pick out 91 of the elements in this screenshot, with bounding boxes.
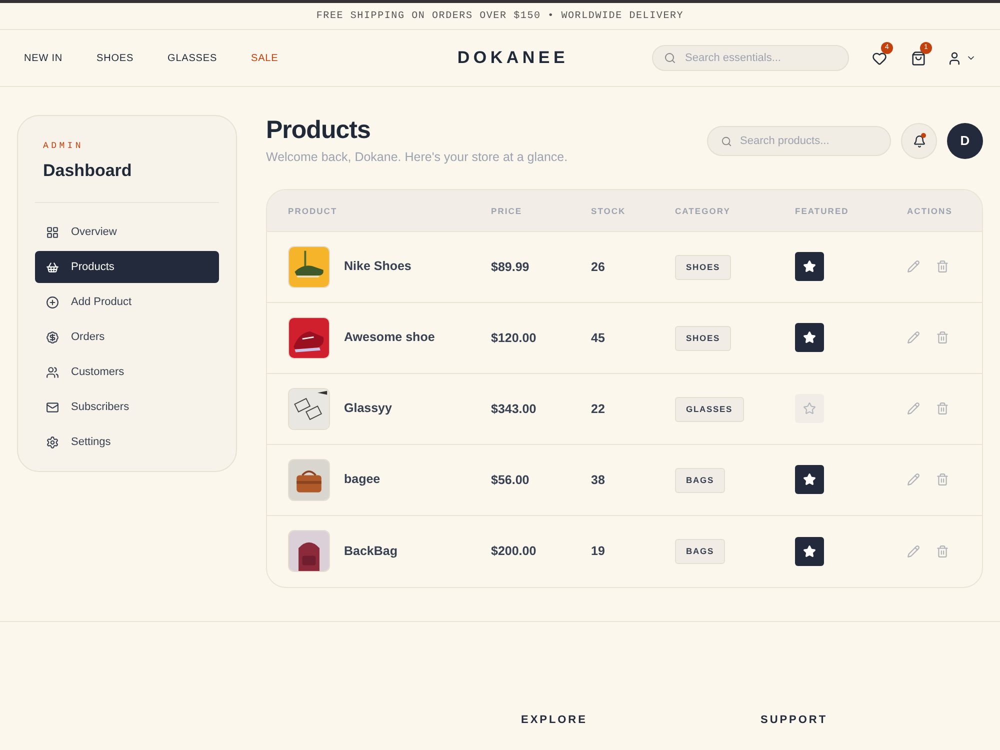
user-icon [947,50,962,66]
price-cell: $120.00 [491,330,536,345]
category-tag: SHOES [675,254,732,280]
grid-icon [46,226,59,238]
delete-button[interactable] [936,260,949,274]
pencil-icon [907,402,920,416]
stock-cell: 26 [591,260,605,274]
product-name: Nike Shoes [344,258,412,276]
category-tag: BAGS [675,539,725,564]
notification-button[interactable] [901,123,937,159]
edit-button[interactable] [907,544,920,558]
edit-button[interactable] [907,331,920,344]
plus-circle-icon [46,296,59,308]
edit-button[interactable] [907,402,920,416]
trash-icon [936,402,949,416]
promo-text: FREE SHIPPING ON ORDERS OVER $150 • WORLDWIDE DELIVERY [316,10,684,24]
sidebar-item[interactable]: Add Product [35,286,219,318]
edit-button[interactable] [907,260,920,274]
pencil-icon [907,331,920,344]
nav-link[interactable]: SALE [251,50,278,66]
price-cell: $343.00 [491,402,536,416]
trash-icon [936,544,949,558]
pencil-icon [907,260,920,274]
search-field[interactable]: Search products... [707,126,891,156]
product-name: Glassyy [344,400,392,418]
delete-button[interactable] [936,473,949,486]
product-name: Awesome shoe [344,329,435,346]
featured-toggle[interactable] [795,465,824,494]
sidebar-eyebrow: ADMIN [43,140,85,153]
stock-cell: 22 [591,402,605,416]
mail-icon [46,400,59,414]
trash-icon [936,473,949,486]
price-cell: $56.00 [491,472,530,487]
delete-button[interactable] [936,544,949,558]
stock-cell: 38 [591,472,605,487]
brand-logo[interactable]: DOKANEE [457,45,569,71]
avatar[interactable]: D [947,123,983,159]
column-header: FEATURED [795,206,849,216]
price-cell: $200.00 [491,544,536,558]
edit-button[interactable] [907,473,920,486]
settings-icon [46,436,59,448]
basket-icon [46,260,59,274]
account-button[interactable] [947,50,976,66]
star-icon [803,260,816,274]
column-header: STOCK [591,206,626,216]
footer-heading: EXPLORE [521,714,588,726]
sidebar-item[interactable]: Overview [35,216,219,248]
product-name: bagee [344,471,380,488]
sidebar-item[interactable]: Customers [35,356,219,388]
sidebar-title: Dashboard [43,160,133,182]
bell-icon [912,134,926,148]
trash-icon [936,331,949,344]
delete-button[interactable] [936,402,949,416]
users-icon [46,366,59,378]
star-icon [803,473,816,486]
search-field[interactable]: Search essentials... [652,45,849,71]
sidebar-item[interactable]: Products [35,251,219,283]
pencil-icon [907,544,920,558]
price-cell: $89.99 [491,260,530,274]
bag-icon [910,50,926,66]
page-subtitle: Welcome back, Dokane. Here's your store at a glance. [266,149,568,166]
sidebar-item[interactable]: Orders [35,321,219,353]
column-header: ACTIONS [907,206,952,216]
nav-link[interactable]: SHOES [96,50,134,66]
sidebar-item[interactable]: Settings [35,426,219,458]
page-title: Products [266,115,372,145]
star-icon [803,331,816,344]
star-icon [803,544,816,558]
star-icon [803,402,816,416]
category-tag: BAGS [675,468,725,493]
trash-icon [936,260,949,274]
footer-heading: SUPPORT [760,714,828,726]
column-header: PRODUCT [288,206,338,216]
category-tag: GLASSES [675,396,744,422]
stock-cell: 45 [591,330,605,345]
heart-icon [872,50,886,66]
featured-toggle[interactable] [795,394,824,424]
dollar-icon [46,330,59,344]
delete-button[interactable] [936,331,949,344]
featured-toggle[interactable] [795,536,824,566]
featured-toggle[interactable] [795,252,824,282]
featured-toggle[interactable] [795,323,824,352]
column-header: CATEGORY [675,206,730,216]
stock-cell: 19 [591,544,605,558]
category-tag: SHOES [675,326,732,351]
product-name: BackBag [344,542,398,560]
nav-link[interactable]: NEW IN [24,50,63,66]
pencil-icon [907,473,920,486]
sidebar-item[interactable]: Subscribers [35,391,219,423]
nav-link[interactable]: GLASSES [168,50,218,66]
column-header: PRICE [491,206,522,216]
